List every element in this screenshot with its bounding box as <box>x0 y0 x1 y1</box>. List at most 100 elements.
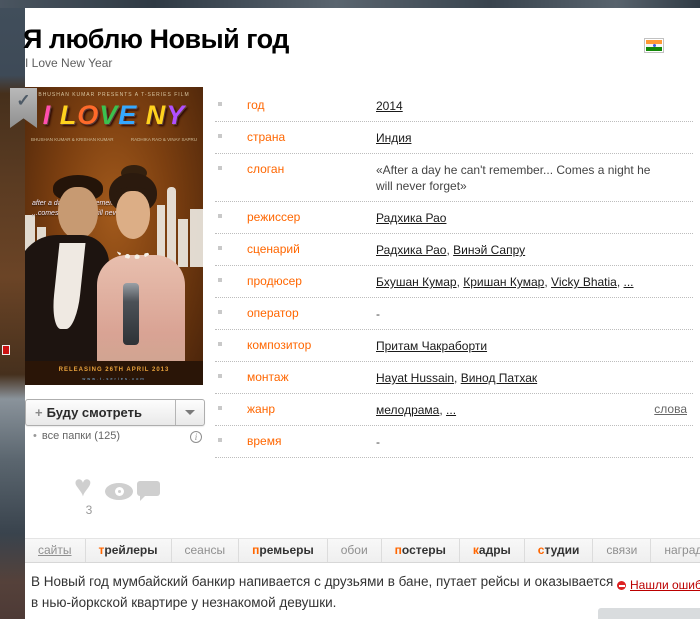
poster-bottom-strip <box>25 361 203 385</box>
tab-кадры[interactable]: кадры <box>460 539 525 562</box>
all-folders-link[interactable]: •все папки (125) <box>33 430 120 442</box>
bullet-icon <box>218 278 222 282</box>
bullet-icon <box>218 246 222 250</box>
info-row: композиторПритам Чакраборти <box>215 330 693 362</box>
info-value-link[interactable]: 2014 <box>376 99 403 113</box>
original-title: I Love New Year <box>25 56 112 70</box>
bullet-icon <box>218 342 222 346</box>
info-value: Индия <box>376 130 693 146</box>
info-value: Радхика Рао <box>376 210 693 226</box>
chevron-down-icon <box>185 410 195 415</box>
bullet-icon <box>218 134 222 138</box>
info-label: слоган <box>247 162 376 176</box>
info-value: «After a day he can't remember... Comes … <box>376 162 693 194</box>
info-value-link[interactable]: Vicky Bhatia <box>551 275 617 289</box>
info-label: оператор <box>247 306 376 320</box>
info-label: продюсер <box>247 274 376 288</box>
page-title: Я люблю Новый год <box>23 24 289 55</box>
info-value-link[interactable]: Радхика Рао <box>376 211 446 225</box>
info-value-link[interactable]: ... <box>624 275 634 289</box>
keywords-link[interactable]: слова <box>654 402 687 416</box>
info-label: сценарий <box>247 242 376 256</box>
bullet-icon <box>218 374 222 378</box>
info-value: Радхика Рао, Винэй Сапру <box>376 242 693 258</box>
info-label: страна <box>247 130 376 144</box>
favorite-heart-icon[interactable]: ♥ <box>74 472 92 502</box>
bullet-icon <box>218 166 222 170</box>
india-flag-icon <box>644 38 664 53</box>
bullet-icon <box>218 102 222 106</box>
tab-связи[interactable]: связи <box>593 539 651 562</box>
info-row: продюсерБхушан Кумар, Кришан Кумар, Vick… <box>215 266 693 298</box>
info-value: - <box>376 306 693 322</box>
tab-обои[interactable]: обои <box>328 539 382 562</box>
info-icon[interactable]: i <box>190 431 202 443</box>
movie-synopsis: В Новый год мумбайский банкир напивается… <box>31 571 617 613</box>
page-background-top <box>0 0 700 8</box>
bullet-icon <box>218 310 222 314</box>
info-label: композитор <box>247 338 376 352</box>
comment-bubble-icon[interactable] <box>137 481 160 496</box>
tab-трейлеры[interactable]: трейлеры <box>86 539 172 562</box>
rating-block-corner <box>598 608 700 619</box>
bullet-icon <box>218 438 222 442</box>
tab-студии[interactable]: студии <box>525 539 594 562</box>
tab-постеры[interactable]: постеры <box>382 539 460 562</box>
info-value-link[interactable]: ... <box>446 403 456 417</box>
report-error-link[interactable]: Нашли ошибку? <box>617 578 700 592</box>
info-value-link[interactable]: Винод Патхак <box>461 371 537 385</box>
info-value-text: - <box>376 307 380 321</box>
poster-credits: BHUSHAN KUMAR & KRISHAN KUMAR RADHIKA RA… <box>31 137 197 142</box>
plus-icon: + <box>35 405 43 420</box>
info-value: 2014 <box>376 98 693 114</box>
poster-social-row: www.t-series.com <box>25 376 203 381</box>
favorite-count: 3 <box>74 503 104 517</box>
info-row: сценарийРадхика Рао, Винэй Сапру <box>215 234 693 266</box>
info-label: режиссер <box>247 210 376 224</box>
watch-button-dropdown[interactable] <box>175 400 204 425</box>
info-row: оператор- <box>215 298 693 330</box>
background-tseries-logo <box>2 345 10 355</box>
tab-награды[interactable]: награды <box>651 539 700 562</box>
bullet-icon <box>218 406 222 410</box>
watched-eye-icon[interactable] <box>105 483 133 500</box>
info-value-link[interactable]: Кришан Кумар <box>463 275 544 289</box>
movie-page: Я люблю Новый год I Love New Year BHUSHA… <box>0 0 700 619</box>
info-value: Hayat Hussain, Винод Патхак <box>376 370 693 386</box>
info-value-link[interactable]: Притам Чакраборти <box>376 339 487 353</box>
info-value-text: «After a day he can't remember... Comes … <box>376 163 650 193</box>
info-value: Притам Чакраборти <box>376 338 693 354</box>
info-label: время <box>247 434 376 448</box>
skyline-shape <box>167 187 176 267</box>
info-value: - <box>376 434 693 450</box>
tab-сайты[interactable]: сайты <box>25 539 86 562</box>
info-label: год <box>247 98 376 112</box>
poster-release-text: RELEASING 26TH APRIL 2013 <box>25 367 203 373</box>
poster-title: I LOVE NY <box>25 100 203 131</box>
info-value-link[interactable]: мелодрама <box>376 403 439 417</box>
skyline-shape <box>178 219 188 267</box>
tab-сеансы[interactable]: сеансы <box>172 539 240 562</box>
info-value-text: - <box>376 435 380 449</box>
section-tab-bar: сайтытрейлерысеансыпремьерыобоипостерыка… <box>25 538 700 563</box>
skyline-shape <box>190 209 203 267</box>
error-icon <box>617 581 626 590</box>
tab-премьеры[interactable]: премьеры <box>239 539 328 562</box>
info-row: время- <box>215 426 693 458</box>
info-row: слоган«After a day he can't remember... … <box>215 154 693 202</box>
info-row: жанрмелодрама, ...слова <box>215 394 693 426</box>
poster-presents-text: BHUSHAN KUMAR PRESENTS A T-SERIES FILM <box>25 92 203 98</box>
info-value: Бхушан Кумар, Кришан Кумар, Vicky Bhatia… <box>376 274 693 290</box>
info-row: странаИндия <box>215 122 693 154</box>
movie-info-table: год2014странаИндияслоган«After a day he … <box>215 90 693 458</box>
bullet-icon <box>218 214 222 218</box>
watch-button[interactable]: + Буду смотреть <box>25 399 205 426</box>
info-value-link[interactable]: Hayat Hussain <box>376 371 454 385</box>
info-row: режиссерРадхика Рао <box>215 202 693 234</box>
movie-poster[interactable]: BHUSHAN KUMAR PRESENTS A T-SERIES FILM I… <box>25 87 203 385</box>
info-value-link[interactable]: Индия <box>376 131 411 145</box>
info-value-link[interactable]: Бхушан Кумар <box>376 275 457 289</box>
info-value-link[interactable]: Винэй Сапру <box>453 243 525 257</box>
info-value-link[interactable]: Радхика Рао <box>376 243 446 257</box>
watch-button-label: Буду смотреть <box>47 405 142 420</box>
